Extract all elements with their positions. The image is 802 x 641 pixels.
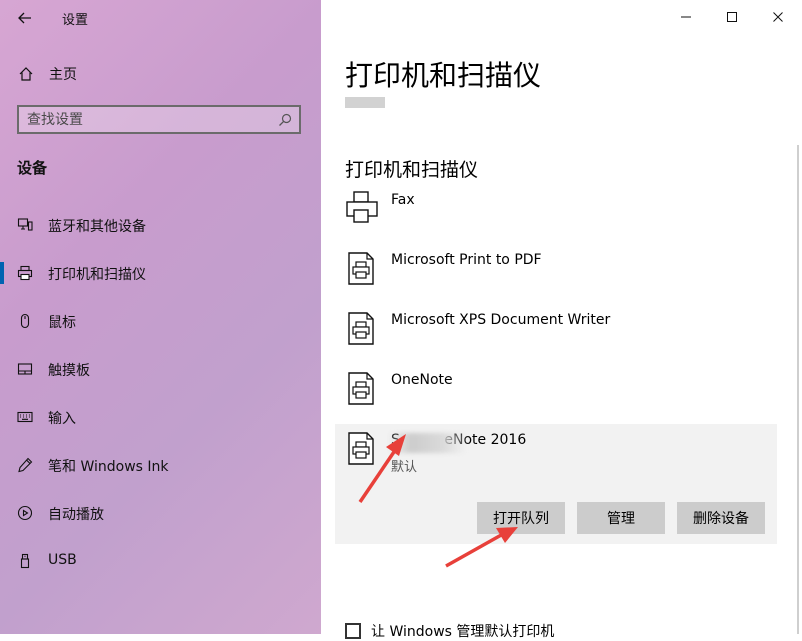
- open-queue-button[interactable]: 打开队列: [477, 502, 565, 534]
- back-arrow-icon[interactable]: [14, 7, 36, 29]
- sidebar-item-label: 主页: [49, 67, 77, 83]
- default-printer-option[interactable]: 让 Windows 管理默认打印机: [345, 623, 555, 640]
- minimize-icon: [680, 8, 692, 27]
- sidebar-item-label: USB: [48, 552, 77, 568]
- section-heading: 打印机和扫描仪: [345, 159, 479, 181]
- close-button[interactable]: [755, 0, 801, 34]
- maximize-button[interactable]: [709, 0, 755, 34]
- printer-name: Microsoft Print to PDF: [391, 252, 542, 268]
- sidebar-item-label: 输入: [48, 411, 76, 427]
- printer-icon: [16, 264, 34, 282]
- maximize-icon: [726, 8, 738, 27]
- document-printer-icon: [345, 430, 379, 466]
- sidebar-item-autoplay[interactable]: 自动播放: [0, 489, 321, 537]
- printer-name: Fax: [391, 192, 415, 208]
- usb-icon: [16, 552, 34, 570]
- minimize-button[interactable]: [663, 0, 709, 34]
- sidebar-item-usb[interactable]: USB: [0, 537, 321, 585]
- search-input[interactable]: [27, 111, 267, 129]
- sidebar-item-home[interactable]: 主页: [17, 62, 77, 86]
- pen-icon: [16, 456, 34, 474]
- sidebar: 设置 主页 设备 蓝牙和其他设备: [0, 0, 321, 634]
- main-content: 打印机和扫描仪 打印机和扫描仪 Fax Microsoft Print to P…: [321, 0, 802, 640]
- printer-item-fax[interactable]: Fax: [335, 184, 777, 244]
- search-box: [17, 105, 301, 134]
- sidebar-item-mouse[interactable]: 鼠标: [0, 297, 321, 345]
- document-printer-icon: [345, 250, 379, 286]
- checkbox-label: 让 Windows 管理默认打印机: [371, 624, 555, 640]
- sidebar-item-pen[interactable]: 笔和 Windows Ink: [0, 441, 321, 489]
- mouse-icon: [16, 312, 34, 330]
- close-icon: [772, 8, 784, 27]
- printer-actions: 打开队列 管理 删除设备: [477, 502, 765, 534]
- sidebar-item-label: 蓝牙和其他设备: [48, 219, 146, 235]
- printer-item-print-to-pdf[interactable]: Microsoft Print to PDF: [335, 244, 777, 304]
- sidebar-item-label: 鼠标: [48, 315, 76, 331]
- settings-window: 设置 主页 设备 蓝牙和其他设备: [0, 0, 802, 640]
- section-title: 设备: [17, 159, 48, 177]
- page-title: 打印机和扫描仪: [345, 59, 542, 92]
- touchpad-icon: [16, 360, 34, 378]
- sidebar-item-label: 笔和 Windows Ink: [48, 459, 169, 475]
- document-printer-icon: [345, 370, 379, 406]
- printer-item-xps-writer[interactable]: Microsoft XPS Document Writer: [335, 304, 777, 364]
- scrollbar[interactable]: [797, 145, 799, 634]
- printer-status: 默认: [391, 460, 418, 475]
- sidebar-item-printers[interactable]: 打印机和扫描仪: [0, 249, 321, 297]
- redaction-blur: [388, 433, 466, 453]
- sidebar-item-bluetooth[interactable]: 蓝牙和其他设备: [0, 201, 321, 249]
- sidebar-item-label: 触摸板: [48, 363, 90, 379]
- sidebar-item-typing[interactable]: 输入: [0, 393, 321, 441]
- printer-name: OneNote: [391, 372, 453, 388]
- default-printer-checkbox[interactable]: [345, 623, 361, 639]
- printer-item-onenote[interactable]: OneNote: [335, 364, 777, 424]
- fax-icon: [345, 190, 379, 226]
- title-placeholder-bar: [345, 97, 385, 108]
- printer-name: Microsoft XPS Document Writer: [391, 312, 611, 328]
- app-title: 设置: [62, 13, 89, 28]
- search-icon[interactable]: [277, 112, 293, 128]
- autoplay-icon: [16, 504, 34, 522]
- document-printer-icon: [345, 310, 379, 346]
- manage-button[interactable]: 管理: [577, 502, 665, 534]
- keyboard-icon: [16, 408, 34, 426]
- printer-item-selected[interactable]: S eNote 2016 默认 打开队列 管理 删除设备: [335, 424, 777, 544]
- home-icon: [17, 65, 35, 83]
- sidebar-nav: 蓝牙和其他设备 打印机和扫描仪 鼠标 触摸板 输入 笔和 Windows Ink…: [0, 201, 321, 585]
- printer-list: Fax Microsoft Print to PDF Microsoft XPS…: [335, 184, 777, 544]
- sidebar-item-label: 自动播放: [48, 507, 104, 523]
- sidebar-item-touchpad[interactable]: 触摸板: [0, 345, 321, 393]
- remove-device-button[interactable]: 删除设备: [677, 502, 765, 534]
- bluetooth-devices-icon: [16, 216, 34, 234]
- sidebar-item-label: 打印机和扫描仪: [48, 267, 146, 283]
